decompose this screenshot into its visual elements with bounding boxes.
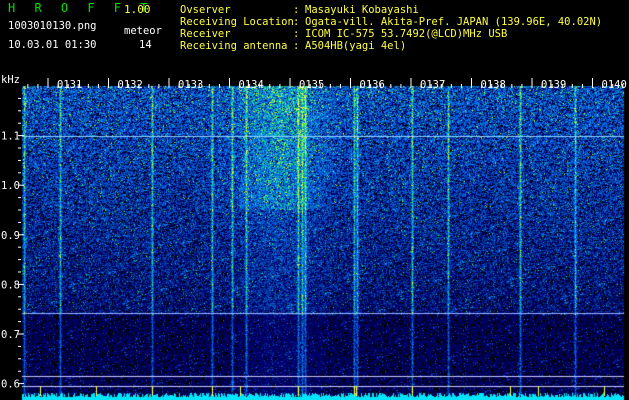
y-tick-label: 1.0 (1, 180, 20, 192)
y-tick-label: 0.6 (1, 379, 20, 391)
datetime-label: 10.03.01 01:30 (8, 39, 97, 51)
spectrogram-axes: kHz1.11.00.90.80.70.60131 0132 0133 0134 013… (1, 74, 627, 391)
filename-label: 1003010130.png (8, 20, 97, 32)
y-tick-label: 0.9 (1, 230, 20, 242)
app-version: 1.00 (124, 3, 151, 16)
y-axis-label: kHz (1, 74, 20, 86)
y-tick-label: 1.1 (1, 131, 20, 143)
meteor-count: 14 (139, 39, 152, 51)
antenna-value: A504HB(yagi 4el) (305, 40, 407, 52)
y-tick-label: 0.7 (1, 329, 20, 341)
antenna-label: Receiving antenna (180, 40, 288, 52)
antenna-separator: : (293, 40, 300, 52)
y-tick-label: 0.8 (1, 279, 20, 291)
mode-label: meteor (124, 25, 162, 37)
